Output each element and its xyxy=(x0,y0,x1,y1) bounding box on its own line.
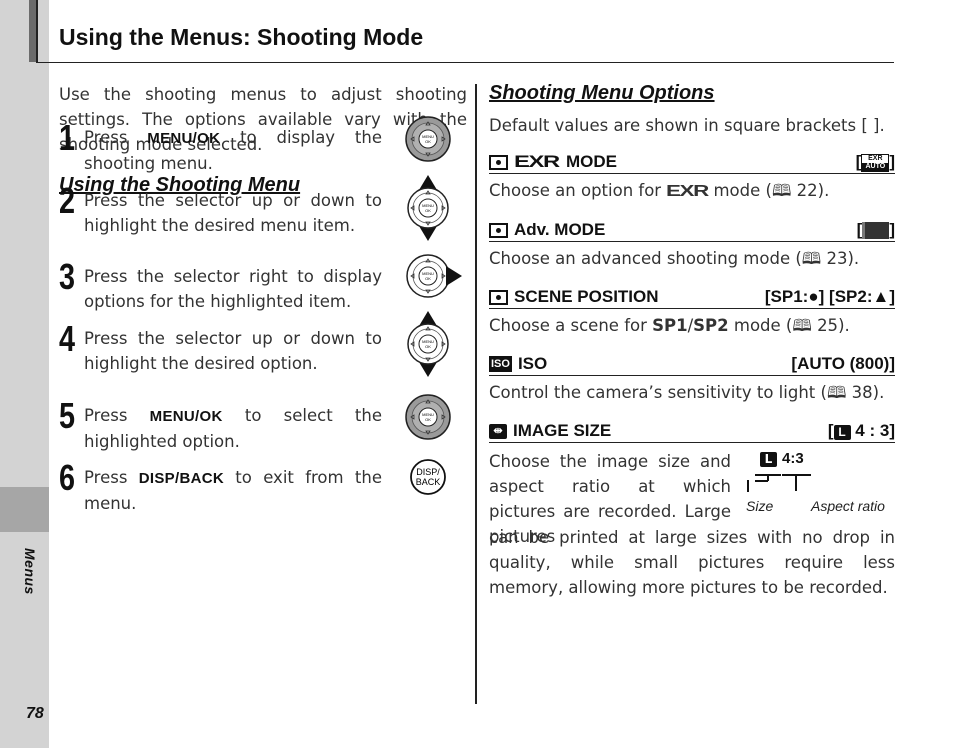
section-tab-marker xyxy=(0,487,49,532)
size-label: Size xyxy=(746,498,774,514)
portrait-icon: ● xyxy=(808,287,819,306)
selector-up-down-icon: MENU OK xyxy=(404,311,452,377)
camera-icon xyxy=(489,289,508,305)
step-text: Press the selector right to display opti… xyxy=(84,267,382,311)
size-leader-line xyxy=(747,480,749,492)
option-description: Choose the image size and aspect ratio a… xyxy=(489,452,731,546)
exr-logo: EXR xyxy=(514,152,560,171)
option-description: Choose an advanced shooting mode (🕮 23). xyxy=(489,249,860,268)
camera-icon xyxy=(489,154,508,170)
right-column: Shooting Menu Options Default values are… xyxy=(489,82,895,600)
image-size-body: Choose the image size and aspect ratio a… xyxy=(489,449,895,546)
option-default: [L 4 : 3] xyxy=(827,421,895,440)
book-icon: 🕮 xyxy=(792,316,818,335)
option-default: [SP1:●] [SP2:▲] xyxy=(764,287,895,306)
selector-menu-ok-icon: MENU OK xyxy=(404,393,452,441)
option-default: [EXR AUTO] xyxy=(855,152,895,172)
option-scene-position: SCENE POSITION [SP1:●] [SP2:▲] Choose a … xyxy=(489,283,895,338)
exr-auto-icon: EXR AUTO xyxy=(861,153,890,172)
step-number: 1 xyxy=(59,117,76,158)
svg-text:DISP/: DISP/ xyxy=(416,467,440,477)
page-ref[interactable]: 23 xyxy=(827,249,848,268)
option-name: ISO xyxy=(517,354,548,373)
section-heading-options: Shooting Menu Options xyxy=(489,82,715,104)
camera-icon xyxy=(489,222,508,238)
step-number: 3 xyxy=(59,256,76,297)
exr-logo: EXR xyxy=(666,183,709,200)
step-number: 6 xyxy=(59,457,76,498)
option-header: ⇹ IMAGE SIZE [L 4 : 3] xyxy=(489,417,895,443)
step-number: 4 xyxy=(59,318,76,359)
page-title: Using the Menus: Shooting Mode xyxy=(59,24,424,50)
option-default: [AUTO (800)] xyxy=(791,354,895,373)
svg-text:BACK: BACK xyxy=(416,477,441,487)
option-description: Choose a scene for SP1/SP2 mode (🕮 25). xyxy=(489,316,850,335)
option-name: Adv. MODE xyxy=(514,220,606,239)
title-rule xyxy=(36,62,894,63)
option-header: EXR MODE [EXR AUTO] xyxy=(489,148,895,174)
book-icon: 🕮 xyxy=(826,383,852,402)
aspect-ratio-value: 4:3 xyxy=(782,450,804,467)
step-text: Press the selector up or down to highlig… xyxy=(84,191,382,235)
step-text: Press DISP/BACK to exit from the menu. xyxy=(84,468,383,513)
option-name: SCENE POSITION xyxy=(514,287,659,306)
left-column: Use the shooting menus to adjust shootin… xyxy=(59,82,467,513)
book-icon: 🕮 xyxy=(771,181,797,200)
title-rule-left xyxy=(36,0,38,62)
ok-label: OK xyxy=(425,344,431,349)
option-adv-mode: Adv. MODE [] Choose an advanced shooting… xyxy=(489,216,895,271)
option-name: MODE xyxy=(565,152,617,171)
step-text: Press MENU/OK to select the highlighted … xyxy=(84,406,382,451)
landscape-icon: ▲ xyxy=(872,287,890,306)
step-text: Press the selector up or down to highlig… xyxy=(84,329,382,373)
option-image-size: ⇹ IMAGE SIZE [L 4 : 3] Choose the image … xyxy=(489,417,895,600)
selector-menu-ok-icon: MENU OK xyxy=(404,115,452,163)
ok-label: OK xyxy=(425,276,431,281)
size-large-icon: L xyxy=(833,425,851,440)
step-number: 2 xyxy=(59,180,76,221)
header-accent-bar xyxy=(29,0,36,62)
option-iso: ISO ISO [AUTO (800)] Control the camera’… xyxy=(489,350,895,405)
step-number: 5 xyxy=(59,395,76,436)
image-size-diagram: L 4:3 Size Aspect ratio xyxy=(746,449,895,519)
option-header: ISO ISO [AUTO (800)] xyxy=(489,350,895,376)
page-ref[interactable]: 25 xyxy=(817,316,838,335)
button-name: MENU/OK xyxy=(147,130,221,147)
disp-back-icon: DISP/BACK xyxy=(404,455,452,503)
option-header: Adv. MODE [] xyxy=(489,216,895,242)
section-label: Menus xyxy=(22,548,38,595)
option-header: SCENE POSITION [SP1:●] [SP2:▲] xyxy=(489,283,895,309)
option-description: Control the camera’s sensitivity to ligh… xyxy=(489,383,885,402)
option-name: IMAGE SIZE xyxy=(513,421,612,440)
sidebar: Menus 78 xyxy=(0,0,49,748)
page-ref[interactable]: 22 xyxy=(797,181,818,200)
ok-label: OK xyxy=(425,417,431,422)
column-divider xyxy=(475,84,477,704)
option-default: [] xyxy=(856,220,895,240)
button-name: MENU/OK xyxy=(149,408,223,425)
image-size-icon: ⇹ xyxy=(489,423,507,439)
ok-label: OK xyxy=(425,208,431,213)
button-name: DISP/BACK xyxy=(138,470,224,487)
option-description: Choose an option for EXR mode (🕮 22). xyxy=(489,178,895,204)
ok-label: OK xyxy=(425,139,431,144)
step-text: Press MENU/OK to display the shooting me… xyxy=(84,128,383,173)
iso-icon: ISO xyxy=(489,356,512,372)
page-number: 78 xyxy=(26,705,44,722)
size-large-icon: L xyxy=(760,452,777,467)
page-ref[interactable]: 38 xyxy=(852,383,873,402)
option-exr-mode: EXR MODE [EXR AUTO] Choose an option for … xyxy=(489,148,895,204)
selector-up-down-icon: MENU OK xyxy=(404,175,452,241)
selector-right-icon: MENU OK xyxy=(404,252,466,300)
aspect-ratio-label: Aspect ratio xyxy=(811,498,885,514)
book-icon: 🕮 xyxy=(801,249,827,268)
default-values-note: Default values are shown in square brack… xyxy=(489,116,885,135)
advanced-mode-icon xyxy=(862,222,890,240)
